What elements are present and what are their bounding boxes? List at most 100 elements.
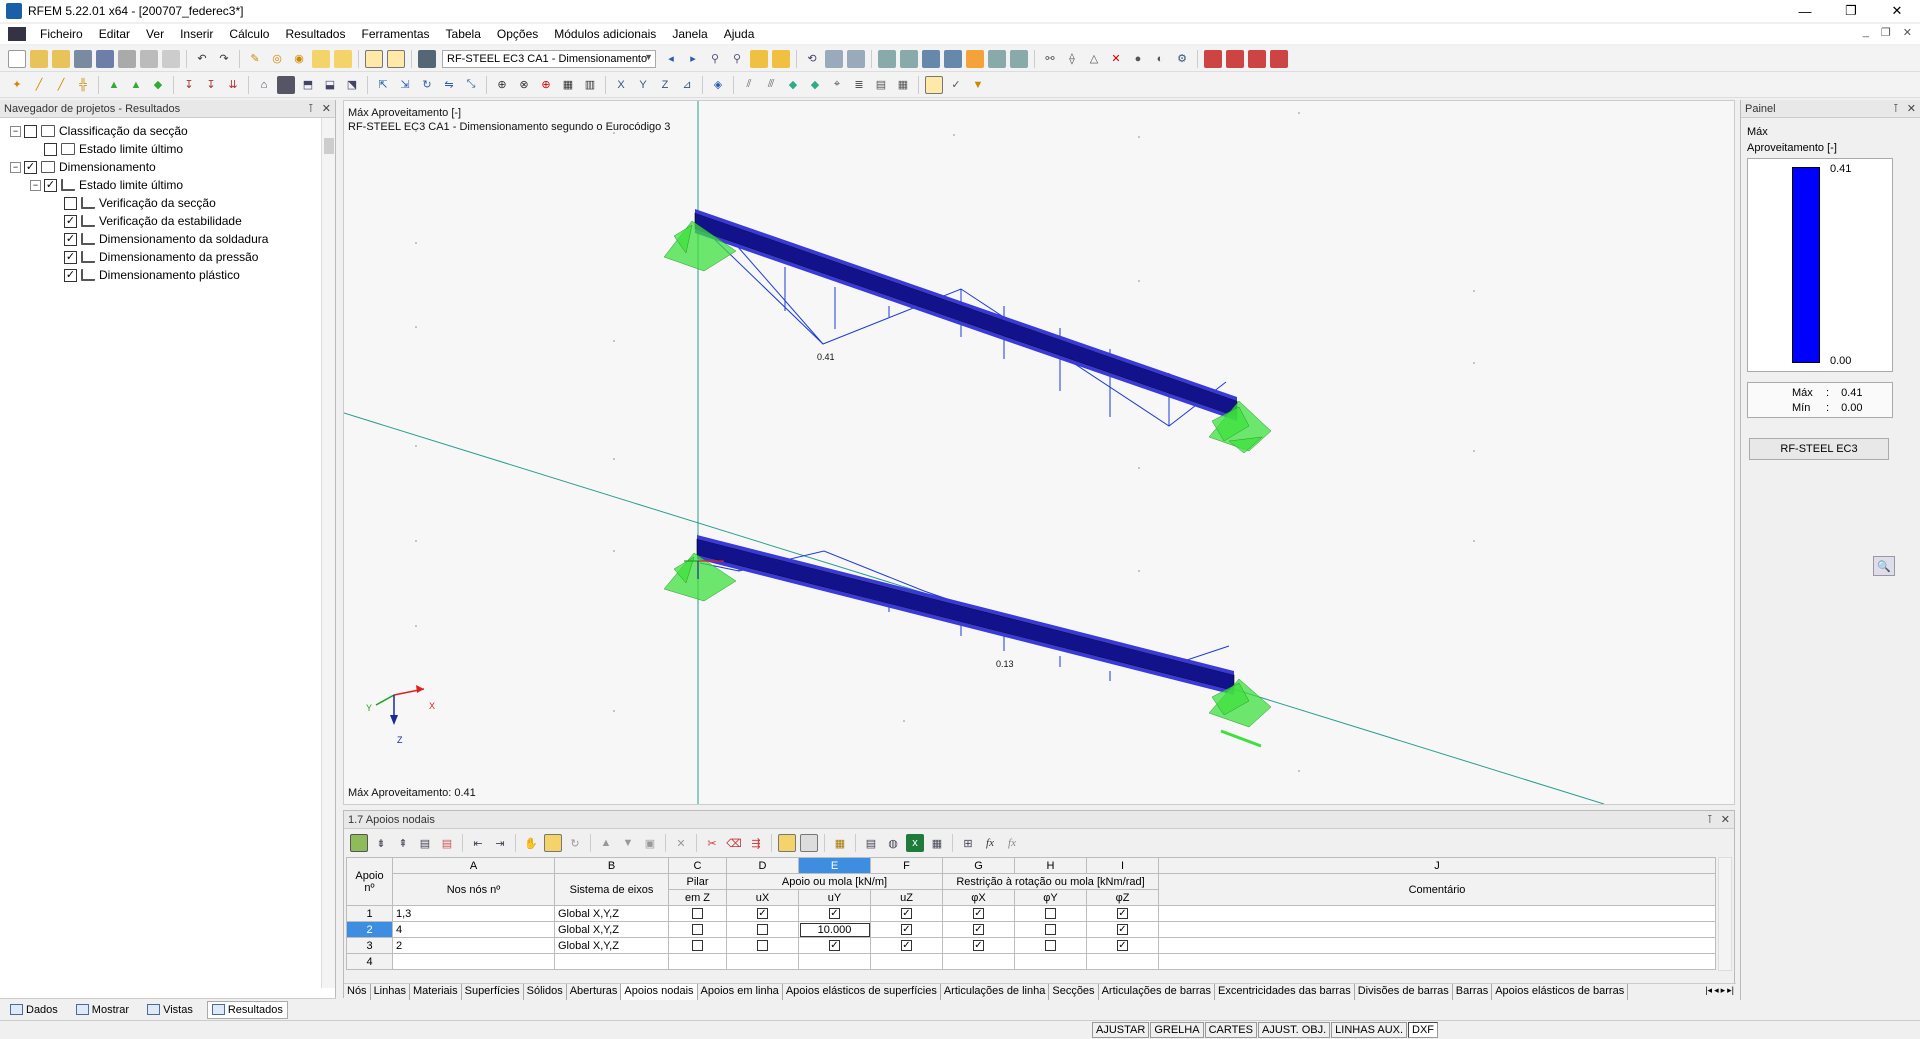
table-up-icon[interactable]: ▲ bbox=[597, 834, 615, 852]
tree-item-classificacao[interactable]: − Classificação da secção bbox=[0, 122, 335, 140]
menu-resultados[interactable]: Resultados bbox=[277, 27, 353, 41]
pin-icon[interactable]: ⊺ bbox=[1707, 813, 1713, 826]
cell-phiy[interactable] bbox=[1014, 953, 1087, 970]
table-parameter-icon[interactable]: ⊞ bbox=[959, 834, 977, 852]
result-table-icon[interactable] bbox=[847, 49, 865, 68]
row-number[interactable]: 2 bbox=[346, 921, 393, 938]
sheet-tab-excentricidades[interactable]: Excentricidades das barras bbox=[1215, 983, 1355, 1000]
cell-phix[interactable]: ✓ bbox=[942, 921, 1015, 938]
table-sync-icon[interactable] bbox=[544, 834, 562, 852]
tree-checkbox-checked[interactable]: ✓ bbox=[64, 268, 77, 282]
tree-item-elu-dimensionamento[interactable]: − ✓ Estado limite último bbox=[0, 176, 335, 194]
section-icon[interactable]: ◐ bbox=[1151, 50, 1169, 68]
checkbox-checked[interactable]: ✓ bbox=[1117, 940, 1128, 952]
edit-pen-icon[interactable]: ✎ bbox=[246, 50, 264, 68]
table-sort-icon[interactable]: ▤ bbox=[416, 834, 434, 852]
cell-nos[interactable]: 4 bbox=[392, 921, 555, 938]
table-cut-icon[interactable]: ✂ bbox=[703, 834, 721, 852]
sheet-tab-barras[interactable]: Barras bbox=[1453, 983, 1493, 1000]
table-prev-icon[interactable]: ⇤ bbox=[469, 834, 487, 852]
status-linhas-aux[interactable]: LINHAS AUX. bbox=[1331, 1022, 1408, 1038]
cell-nos[interactable]: 2 bbox=[392, 937, 555, 954]
table-print-icon[interactable]: ▤ bbox=[862, 834, 880, 852]
grid-lines-icon[interactable]: ⫽ bbox=[740, 76, 758, 94]
section-cut-icon[interactable]: ⌖ bbox=[828, 76, 846, 94]
col-letter-i[interactable]: I bbox=[1086, 857, 1159, 874]
checkbox-checked[interactable]: ✓ bbox=[901, 924, 912, 936]
close-icon[interactable]: ✕ bbox=[1907, 102, 1916, 115]
menu-ajuda[interactable]: Ajuda bbox=[716, 27, 763, 41]
results-on-icon[interactable] bbox=[312, 49, 330, 68]
collapse-icon[interactable]: − bbox=[10, 161, 21, 173]
results-window-icon[interactable] bbox=[334, 49, 352, 68]
checkbox-unchecked[interactable] bbox=[692, 924, 703, 936]
select-node-icon[interactable]: ⚯ bbox=[1041, 50, 1059, 68]
member-tool-icon[interactable]: ╱ bbox=[52, 76, 70, 94]
col-letter-f[interactable]: F bbox=[870, 857, 943, 874]
dimension-icon[interactable]: △ bbox=[1085, 50, 1103, 68]
cell-ux[interactable] bbox=[726, 937, 799, 954]
cell-phix[interactable]: ✓ bbox=[942, 905, 1015, 922]
checkbox-checked[interactable]: ✓ bbox=[829, 940, 840, 952]
cell-uy[interactable]: ✓ bbox=[798, 937, 871, 954]
save-icon[interactable] bbox=[96, 49, 114, 68]
tree-item-verificacao-seccao[interactable]: Verificação da secção bbox=[0, 194, 335, 212]
render-icon[interactable]: ◈ bbox=[709, 76, 727, 94]
checkbox-checked[interactable]: ✓ bbox=[901, 908, 912, 920]
close-icon[interactable]: ✕ bbox=[1721, 813, 1730, 826]
maximize-button[interactable]: ❐ bbox=[1828, 0, 1874, 22]
export-icon[interactable] bbox=[1204, 49, 1222, 68]
cell-ux[interactable] bbox=[726, 921, 799, 938]
cell-phiz[interactable]: ✓ bbox=[1086, 921, 1159, 938]
surface-load-icon[interactable]: ⇊ bbox=[224, 76, 242, 94]
cell-pilar[interactable] bbox=[668, 905, 727, 922]
axis-z-icon[interactable]: Z bbox=[656, 76, 674, 94]
doc-minimize-button[interactable]: _ bbox=[1863, 26, 1869, 39]
undo-icon[interactable]: ↶ bbox=[193, 50, 211, 68]
scale-icon[interactable]: ⤡ bbox=[462, 76, 480, 94]
tree-item-elu-classificacao[interactable]: Estado limite último bbox=[0, 140, 335, 158]
document-menu-icon[interactable] bbox=[8, 27, 26, 41]
checkbox-unchecked[interactable] bbox=[1045, 908, 1056, 920]
color-scale-icon[interactable]: ▼ bbox=[969, 76, 987, 94]
zoom-window-icon[interactable]: ⊗ bbox=[515, 76, 533, 94]
status-grelha[interactable]: GRELHA bbox=[1150, 1022, 1204, 1038]
guideline-icon[interactable]: ⫻ bbox=[762, 76, 780, 94]
view-3d-icon[interactable]: ▦ bbox=[559, 76, 577, 94]
next-case-icon[interactable]: ▸ bbox=[684, 50, 702, 68]
checkbox-checked[interactable]: ✓ bbox=[973, 940, 984, 952]
sheet-tab-apoios-elasticos-barras[interactable]: Apoios elásticos de barras bbox=[1492, 983, 1629, 1000]
cell-uz[interactable]: ✓ bbox=[870, 921, 943, 938]
tree-item-pressao[interactable]: ✓ Dimensionamento da pressão bbox=[0, 248, 335, 266]
sheet-tab-linhas[interactable]: Linhas bbox=[371, 983, 410, 1000]
cell-phiy[interactable] bbox=[1014, 937, 1087, 954]
pin-icon[interactable]: ⊺ bbox=[308, 102, 314, 115]
menu-ferramentas[interactable]: Ferramentas bbox=[353, 27, 437, 41]
view-grid-icon[interactable] bbox=[878, 49, 896, 68]
minimize-button[interactable]: — bbox=[1782, 0, 1828, 22]
row-number[interactable]: 3 bbox=[346, 937, 393, 954]
view-solid-icon[interactable]: ⬔ bbox=[343, 76, 361, 94]
tree-item-soldadura[interactable]: ✓ Dimensionamento da soldadura bbox=[0, 230, 335, 248]
formula-icon[interactable]: fx bbox=[981, 834, 999, 852]
col-letter-b[interactable]: B bbox=[554, 857, 669, 874]
select-arrow-icon[interactable]: ✦ bbox=[8, 76, 26, 94]
filter-icon[interactable] bbox=[988, 49, 1006, 68]
surface-color-icon[interactable]: ◆ bbox=[784, 76, 802, 94]
table-row[interactable]: 3 2 Global X,Y,Z ✓ ✓ ✓ ✓ bbox=[346, 937, 1716, 954]
sheet-tab-articulacoes-barras[interactable]: Articulações de barras bbox=[1099, 983, 1216, 1000]
load-case-combo[interactable]: RF-STEEL EC3 CA1 - Dimensionamento ▼ bbox=[442, 49, 656, 68]
cell-comentario[interactable] bbox=[1158, 937, 1716, 954]
tab-mostrar[interactable]: Mostrar bbox=[72, 1002, 133, 1018]
cell-uy[interactable] bbox=[798, 953, 871, 970]
checkbox-unchecked[interactable] bbox=[757, 924, 768, 936]
sheet-tab-nos[interactable]: Nós bbox=[344, 983, 371, 1000]
menu-opcoes[interactable]: Opções bbox=[489, 27, 546, 41]
checkbox-checked[interactable]: ✓ bbox=[1117, 908, 1128, 920]
menu-editar[interactable]: Editar bbox=[91, 27, 138, 41]
cell-sistema[interactable]: Global X,Y,Z bbox=[554, 937, 669, 954]
menu-janela[interactable]: Janela bbox=[664, 27, 715, 41]
formula-clear-icon[interactable]: fx bbox=[1003, 834, 1021, 852]
tab-resultados[interactable]: Resultados bbox=[206, 1000, 288, 1019]
first-tab-icon[interactable]: |◂ bbox=[1705, 985, 1712, 996]
